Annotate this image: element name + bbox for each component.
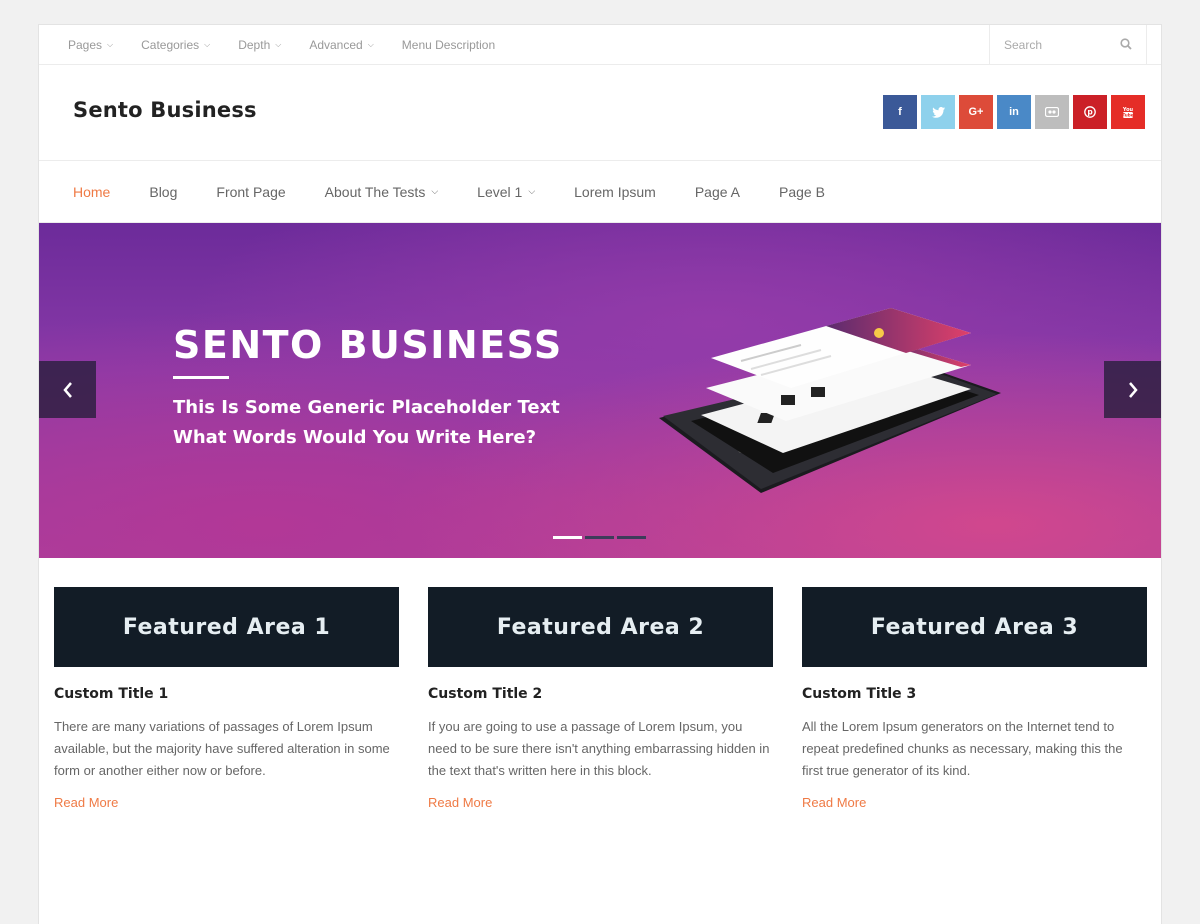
slider-next-button[interactable] xyxy=(1104,361,1161,418)
top-menu: Pages ⌵ Categories ⌵ Depth ⌵ Advanced ⌵ Menu… xyxy=(68,25,523,65)
chevron-down-icon: ⌵ xyxy=(528,186,536,196)
featured-banner[interactable]: Featured Area 2 xyxy=(428,587,773,667)
read-more-link[interactable]: Read More xyxy=(428,795,492,810)
featured-area: Featured Area 1 Custom Title 1 There are… xyxy=(54,587,399,812)
facebook-icon[interactable]: f xyxy=(883,95,917,129)
page-container: Pages ⌵ Categories ⌵ Depth ⌵ Advanced ⌵ Menu… xyxy=(38,24,1162,924)
featured-areas: Featured Area 1 Custom Title 1 There are… xyxy=(54,587,1147,812)
hero-subtitle-line: This Is Some Generic Placeholder Text xyxy=(173,397,560,418)
tablet-illustration xyxy=(659,308,1001,493)
main-navigation: Home Blog Front Page About The Tests ⌵ Le… xyxy=(39,161,1161,223)
youtube-icon[interactable]: You Tube xyxy=(1111,95,1145,129)
slider-dot[interactable] xyxy=(553,536,582,539)
chevron-down-icon: ⌵ xyxy=(107,40,114,49)
nav-item-page-b[interactable]: Page B xyxy=(779,184,825,200)
featured-text: All the Lorem Ipsum generators on the In… xyxy=(802,719,1123,778)
featured-text: There are many variations of passages of… xyxy=(54,719,390,778)
site-header: Sento Business f G+ in p You Tube xyxy=(39,65,1161,161)
slider-dot[interactable] xyxy=(617,536,646,539)
hero-title: SENTO BUSINESS xyxy=(173,323,563,367)
hero-slider: SENTO BUSINESS This Is Some Generic Plac… xyxy=(39,223,1161,558)
hero-subtitle-line: What Words Would You Write Here? xyxy=(173,427,537,448)
nav-item-page-a[interactable]: Page A xyxy=(695,184,740,200)
chevron-down-icon: ⌵ xyxy=(431,186,439,196)
nav-item-level-1[interactable]: Level 1 ⌵ xyxy=(477,184,535,200)
search-icon[interactable] xyxy=(1120,38,1132,50)
search-box xyxy=(989,25,1147,65)
featured-title: Custom Title 2 xyxy=(428,686,543,702)
top-menu-depth[interactable]: Depth ⌵ xyxy=(238,38,281,52)
chevron-down-icon: ⌵ xyxy=(275,40,282,49)
top-bar: Pages ⌵ Categories ⌵ Depth ⌵ Advanced ⌵ Menu… xyxy=(39,25,1161,65)
twitter-icon[interactable] xyxy=(921,95,955,129)
chevron-right-icon xyxy=(1128,381,1138,398)
chevron-left-icon xyxy=(62,381,72,398)
flickr-icon[interactable] xyxy=(1035,95,1069,129)
search-input[interactable] xyxy=(1004,38,1114,52)
slider-pagination xyxy=(553,536,649,539)
hero-divider xyxy=(173,376,229,379)
chevron-down-icon: ⌵ xyxy=(204,40,211,49)
nav-item-lorem-ipsum[interactable]: Lorem Ipsum xyxy=(574,184,656,200)
nav-item-front-page[interactable]: Front Page xyxy=(216,184,285,200)
slider-prev-button[interactable] xyxy=(39,361,96,418)
featured-banner[interactable]: Featured Area 1 xyxy=(54,587,399,667)
top-menu-advanced[interactable]: Advanced ⌵ xyxy=(309,38,373,52)
featured-title: Custom Title 1 xyxy=(54,686,169,702)
chevron-down-icon: ⌵ xyxy=(367,40,374,49)
svg-text:Tube: Tube xyxy=(1122,112,1133,117)
hero-subtitle: This Is Some Generic Placeholder Text Wh… xyxy=(173,393,560,453)
site-title[interactable]: Sento Business xyxy=(73,98,257,122)
linkedin-icon[interactable]: in xyxy=(997,95,1031,129)
featured-area: Featured Area 2 Custom Title 2 If you ar… xyxy=(428,587,773,812)
featured-area: Featured Area 3 Custom Title 3 All the L… xyxy=(802,587,1147,812)
social-icons: f G+ in p You Tube xyxy=(879,95,1145,129)
top-menu-categories[interactable]: Categories ⌵ xyxy=(141,38,210,52)
read-more-link[interactable]: Read More xyxy=(54,795,118,810)
slider-dot[interactable] xyxy=(585,536,614,539)
svg-text:p: p xyxy=(1087,108,1093,117)
pinterest-icon[interactable]: p xyxy=(1073,95,1107,129)
featured-text: If you are going to use a passage of Lor… xyxy=(428,719,770,778)
nav-item-blog[interactable]: Blog xyxy=(149,184,177,200)
nav-item-home[interactable]: Home xyxy=(73,184,110,200)
featured-banner[interactable]: Featured Area 3 xyxy=(802,587,1147,667)
nav-item-about-the-tests[interactable]: About The Tests ⌵ xyxy=(325,184,439,200)
featured-title: Custom Title 3 xyxy=(802,686,917,702)
top-menu-description[interactable]: Menu Description xyxy=(402,38,495,52)
google-plus-icon[interactable]: G+ xyxy=(959,95,993,129)
read-more-link[interactable]: Read More xyxy=(802,795,866,810)
top-menu-pages[interactable]: Pages ⌵ xyxy=(68,38,113,52)
